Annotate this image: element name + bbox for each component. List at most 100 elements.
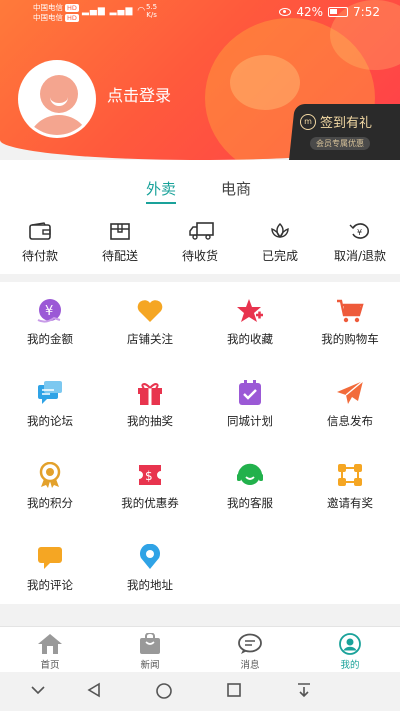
order-completed[interactable]: 已完成 (240, 222, 320, 264)
medal-icon (36, 461, 64, 488)
feature-grid: ¥ 我的金额 店铺关注 我的收藏 我的购物车 我的论坛 我的抽奖 同城计划 信息… (0, 282, 400, 626)
heart-icon (136, 298, 164, 324)
chevron-down-icon[interactable] (30, 682, 46, 701)
order-label: 取消/退款 (333, 249, 387, 263)
feature-city-plan[interactable]: 同城计划 (200, 380, 300, 462)
star-icon (236, 298, 264, 324)
feature-label: 我的收藏 (227, 332, 273, 346)
feature-label: 邀请有奖 (327, 496, 373, 510)
feature-label: 我的地址 (127, 578, 173, 592)
nav-home[interactable]: 首页 (0, 627, 100, 672)
svg-text:¥: ¥ (357, 228, 362, 237)
carrier-2: 中国电信 (33, 13, 63, 22)
status-bar: 中国电信 HD 中国电信 HD ▂▄▆ ▂▄▆ ◠ 5.5 K/s 42% 7:52 (0, 0, 400, 24)
system-nav-bar (0, 672, 400, 711)
decor-circle (230, 55, 300, 110)
checkin-subtitle: 会员专属优惠 (310, 137, 370, 150)
paper-plane-icon (336, 380, 364, 406)
order-pending-payment[interactable]: 待付款 (0, 222, 80, 264)
feature-label: 我的论坛 (27, 414, 73, 428)
headset-icon (236, 462, 264, 488)
svg-text:$: $ (145, 469, 153, 483)
truck-icon (189, 222, 214, 240)
nav-label: 首页 (40, 660, 60, 671)
nav-news[interactable]: 新闻 (100, 627, 200, 672)
lotus-icon (269, 222, 291, 240)
speed-unit: K/s (146, 11, 157, 19)
nav-messages[interactable]: 消息 (200, 627, 300, 672)
battery-percent: 42% (296, 5, 324, 19)
order-status-row: 待付款 待配送 待收货 已完成 ¥ 取消/退款 (0, 222, 400, 264)
feature-invite-reward[interactable]: 邀请有奖 (300, 462, 400, 544)
feature-store-follow[interactable]: 店铺关注 (100, 298, 200, 380)
refund-icon: ¥ (349, 222, 371, 240)
clock: 7:52 (353, 5, 380, 19)
notification-pull-icon[interactable] (296, 682, 312, 702)
nav-label: 我的 (340, 660, 360, 671)
comment-icon (36, 544, 64, 570)
hd-badge: HD (65, 14, 79, 22)
recents-icon[interactable] (226, 682, 242, 702)
feature-label: 我的金额 (27, 332, 73, 346)
order-label: 待付款 (21, 249, 58, 263)
order-refund[interactable]: ¥ 取消/退款 (320, 222, 400, 264)
feature-label: 店铺关注 (127, 332, 173, 346)
signal-icon: ▂▄▆ ▂▄▆ ◠ (82, 6, 147, 16)
feature-label: 同城计划 (227, 414, 273, 428)
feature-my-points[interactable]: 我的积分 (0, 461, 100, 544)
feature-my-lottery[interactable]: 我的抽奖 (100, 380, 200, 462)
order-label: 待收货 (181, 249, 218, 263)
cart-icon (336, 298, 364, 324)
feature-my-balance[interactable]: ¥ 我的金额 (0, 298, 100, 380)
order-pending-receipt[interactable]: 待收货 (160, 222, 240, 264)
orders-card: 外卖 电商 待付款 待配送 待收货 已完成 ¥ 取消/退款 (0, 160, 400, 274)
location-icon (136, 543, 164, 570)
eye-icon (279, 8, 292, 16)
feature-label: 信息发布 (327, 414, 373, 428)
home-circle-icon[interactable] (155, 682, 173, 704)
user-icon (337, 633, 363, 655)
chat-icon (36, 380, 64, 406)
feature-label: 我的评论 (27, 578, 73, 592)
avatar[interactable] (18, 60, 96, 138)
feature-my-coupons[interactable]: $ 我的优惠券 (100, 462, 200, 544)
calendar-check-icon (236, 380, 264, 406)
back-icon[interactable] (86, 682, 102, 702)
order-pending-delivery[interactable]: 待配送 (80, 222, 160, 264)
feature-my-cart[interactable]: 我的购物车 (300, 298, 400, 380)
feature-label: 我的抽奖 (127, 414, 173, 428)
message-icon (237, 633, 263, 655)
avatar-face-icon (40, 75, 78, 113)
coupon-icon: $ (136, 462, 164, 488)
login-link[interactable]: 点击登录 (107, 82, 171, 106)
home-icon (37, 633, 63, 655)
section-divider (0, 604, 400, 626)
gift-icon (136, 380, 164, 406)
nav-label: 消息 (240, 660, 260, 671)
share-nodes-icon (336, 462, 364, 488)
nav-mine[interactable]: 我的 (300, 627, 400, 672)
bottom-nav: 首页 新闻 消息 我的 (0, 626, 400, 672)
carrier-info: 中国电信 HD 中国电信 HD (33, 3, 79, 23)
checkin-icon: m (300, 113, 316, 130)
tab-waimai[interactable]: 外卖 (146, 178, 177, 204)
network-speed: 5.5 K/s (146, 3, 157, 19)
nav-label: 新闻 (140, 660, 160, 671)
feature-label: 我的购物车 (321, 332, 379, 346)
speed-value: 5.5 (146, 3, 158, 11)
svg-text:¥: ¥ (45, 304, 53, 319)
carrier-1: 中国电信 (33, 3, 63, 12)
feature-my-forum[interactable]: 我的论坛 (0, 380, 100, 462)
feature-customer-service[interactable]: 我的客服 (200, 462, 300, 544)
bag-icon (137, 632, 163, 655)
feature-my-favorites[interactable]: 我的收藏 (200, 298, 300, 380)
feature-label: 我的积分 (27, 496, 73, 510)
section-divider (0, 274, 400, 282)
tab-dianshang[interactable]: 电商 (221, 178, 251, 199)
feature-label: 我的优惠券 (121, 496, 179, 510)
checkin-title: 签到有礼 (320, 116, 373, 131)
feature-info-publish[interactable]: 信息发布 (300, 380, 400, 462)
feature-label: 我的客服 (227, 496, 273, 510)
checkin-content[interactable]: m 签到有礼 会员专属优惠 (300, 112, 400, 150)
order-label: 已完成 (261, 249, 298, 263)
